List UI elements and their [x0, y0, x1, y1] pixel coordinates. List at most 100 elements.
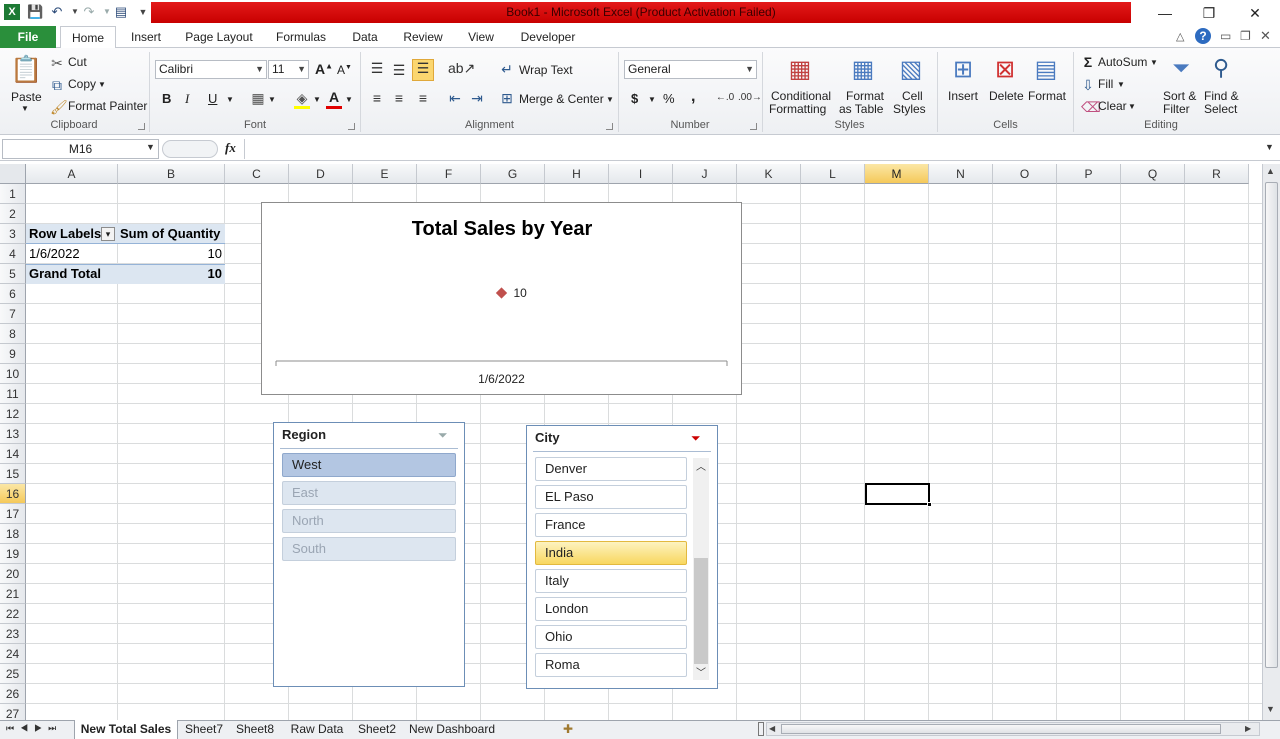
grow-font-icon[interactable]: A▲	[315, 61, 333, 77]
paste-button[interactable]: Paste	[11, 90, 42, 104]
tab-formulas[interactable]: Formulas	[268, 26, 334, 48]
column-header-q[interactable]: Q	[1121, 164, 1185, 184]
data-point-marker[interactable]	[495, 287, 508, 299]
insert-sheet-icon[interactable]: ✚	[563, 722, 573, 736]
sheet-tab-sheet2[interactable]: Sheet2	[354, 720, 400, 739]
customize-qat-icon[interactable]: ▼	[135, 4, 151, 20]
scroll-thumb[interactable]	[781, 724, 1221, 734]
help-icon[interactable]: ?	[1195, 28, 1211, 44]
row-header-13[interactable]: 13	[0, 424, 26, 444]
font-size-combo[interactable]: 11 ▼	[268, 60, 309, 79]
tab-insert[interactable]: Insert	[122, 26, 170, 48]
minimize-ribbon-icon[interactable]: △	[1176, 30, 1184, 43]
align-left-icon[interactable]: ≡	[368, 90, 386, 106]
column-header-r[interactable]: R	[1185, 164, 1249, 184]
format-painter-button[interactable]: Format Painter	[68, 99, 147, 113]
row-header-20[interactable]: 20	[0, 564, 26, 584]
column-header-p[interactable]: P	[1057, 164, 1121, 184]
currency-button[interactable]: $	[631, 91, 638, 106]
region-slicer-item-west[interactable]: West	[282, 453, 456, 477]
column-header-n[interactable]: N	[929, 164, 993, 184]
tab-view[interactable]: View	[460, 26, 502, 48]
clear-button[interactable]: Clear	[1098, 99, 1127, 113]
delete-cells-button[interactable]: Delete	[989, 89, 1024, 103]
row-header-14[interactable]: 14	[0, 444, 26, 464]
clear-dropdown-icon[interactable]: ▼	[1128, 102, 1136, 111]
tab-data[interactable]: Data	[344, 26, 386, 48]
row-header-4[interactable]: 4	[0, 244, 26, 264]
row-header-9[interactable]: 9	[0, 344, 26, 364]
column-header-e[interactable]: E	[353, 164, 417, 184]
scroll-up-icon[interactable]: ▲	[1266, 166, 1275, 176]
orientation-icon[interactable]: ab↗	[448, 60, 475, 77]
scroll-right-icon[interactable]: ▶	[1245, 724, 1251, 733]
region-slicer-item-south[interactable]: South	[282, 537, 456, 561]
sheet-tab-new-dashboard[interactable]: New Dashboard	[404, 720, 500, 739]
column-header-a[interactable]: A	[26, 164, 118, 184]
decrease-decimal-icon[interactable]: .00→	[738, 92, 762, 103]
row-header-22[interactable]: 22	[0, 604, 26, 624]
wrap-text-button[interactable]: Wrap Text	[519, 63, 573, 77]
clear-filter-icon[interactable]: ⏷	[438, 428, 448, 443]
row-header-16[interactable]: 16	[0, 484, 26, 504]
row-header-17[interactable]: 17	[0, 504, 26, 524]
sort-filter-button[interactable]: Sort &	[1163, 89, 1196, 103]
row-header-15[interactable]: 15	[0, 464, 26, 484]
cut-icon[interactable]: ✂	[50, 55, 64, 72]
doc-close-icon[interactable]: ✕	[1260, 28, 1271, 44]
city-slicer-item-el-paso[interactable]: EL Paso	[535, 485, 687, 509]
format-cells-icon[interactable]: ▤	[1031, 55, 1061, 85]
insert-function-button[interactable]: fx	[225, 140, 236, 156]
comma-button[interactable]: ,	[691, 88, 695, 106]
autosum-icon[interactable]: Σ	[1081, 54, 1095, 70]
pivot-chart[interactable]: Total Sales by Year 10 1/6/2022	[261, 202, 742, 395]
region-slicer-item-north[interactable]: North	[282, 509, 456, 533]
row-header-10[interactable]: 10	[0, 364, 26, 384]
undo-icon[interactable]: ↶	[49, 4, 65, 20]
format-cells-button[interactable]: Format	[1028, 89, 1066, 103]
doc-minimize-icon[interactable]: ▭	[1220, 29, 1231, 43]
city-slicer-item-france[interactable]: France	[535, 513, 687, 537]
cell-styles-icon[interactable]: ▧	[896, 55, 926, 85]
sheet-tab-new-total-sales[interactable]: New Total Sales	[74, 720, 178, 739]
sheet-nav-arrows[interactable]: ⏮◀▶⏭	[6, 723, 62, 734]
clipboard-dialog-launcher[interactable]	[138, 123, 145, 130]
column-header-k[interactable]: K	[737, 164, 801, 184]
paste-dropdown-icon[interactable]: ▼	[21, 104, 29, 113]
row-header-3[interactable]: 3	[0, 224, 26, 244]
shrink-font-icon[interactable]: A▼	[337, 63, 352, 77]
row-header-26[interactable]: 26	[0, 684, 26, 704]
align-right-icon[interactable]: ≡	[414, 90, 432, 106]
clear-filter-active-icon[interactable]: ⏷	[691, 431, 701, 446]
redo-icon[interactable]: ↷	[81, 4, 97, 20]
formula-input[interactable]	[244, 139, 1264, 159]
fill-color-icon[interactable]: ◈	[294, 90, 310, 107]
tab-review[interactable]: Review	[396, 26, 450, 48]
row-header-2[interactable]: 2	[0, 204, 26, 224]
fill-button[interactable]: Fill	[1098, 77, 1113, 91]
pivot-sum-quantity-header[interactable]: Sum of Quantity	[118, 224, 226, 244]
format-painter-icon[interactable]: 🖌	[50, 99, 68, 116]
pivot-row-value[interactable]: 10	[118, 244, 224, 264]
decrease-indent-icon[interactable]: ⇤	[446, 90, 464, 107]
minimize-button[interactable]: —	[1154, 3, 1176, 23]
pivot-row-label[interactable]: 1/6/2022	[27, 244, 117, 264]
city-slicer-item-roma[interactable]: Roma	[535, 653, 687, 677]
merge-dropdown-icon[interactable]: ▼	[606, 95, 614, 104]
save-icon[interactable]: 💾	[27, 4, 43, 20]
name-box[interactable]: M16	[2, 139, 159, 159]
data-label[interactable]: 10	[514, 286, 528, 300]
city-slicer-item-ohio[interactable]: Ohio	[535, 625, 687, 649]
clear-icon[interactable]: ⌫	[1081, 99, 1101, 116]
scroll-up-icon[interactable]: ︿	[696, 458, 706, 473]
column-header-g[interactable]: G	[481, 164, 545, 184]
font-name-combo[interactable]: Calibri ▼	[155, 60, 267, 79]
font-color-dropdown-icon[interactable]: ▼	[345, 95, 353, 104]
close-button[interactable]: ✕	[1244, 3, 1266, 23]
insert-cells-icon[interactable]: ⊞	[948, 55, 978, 85]
sheet-tab-raw-data[interactable]: Raw Data	[284, 720, 350, 739]
scroll-down-icon[interactable]: ﹀	[696, 664, 706, 679]
row-header-6[interactable]: 6	[0, 284, 26, 304]
sheet-tab-sheet7[interactable]: Sheet7	[182, 720, 226, 739]
city-slicer[interactable]: City ⏷ Denver EL Paso France India Italy Lond…	[526, 425, 718, 689]
